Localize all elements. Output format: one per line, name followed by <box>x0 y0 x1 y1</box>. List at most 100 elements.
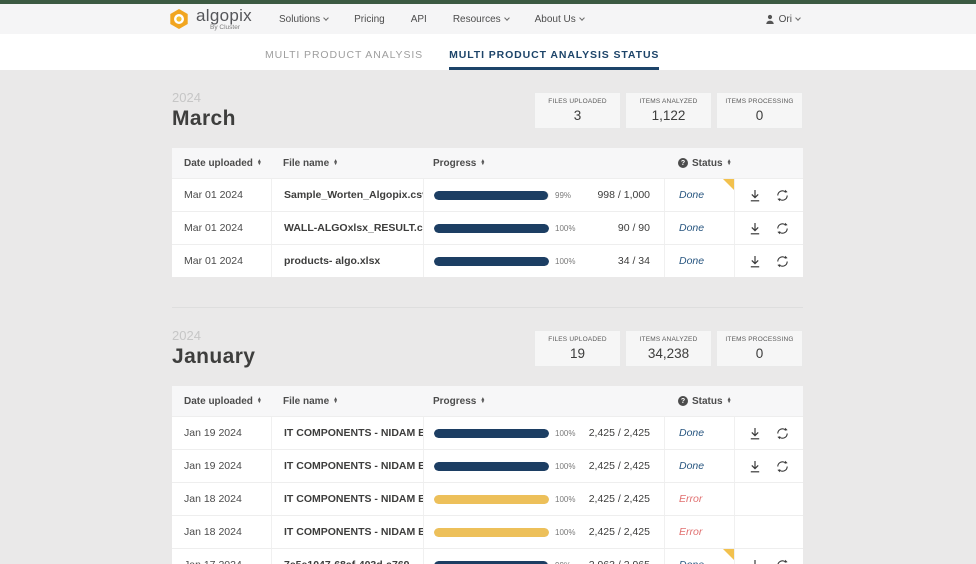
row-progress: 99% 2,963 / 2,965 <box>423 549 664 564</box>
progress-bar-fill <box>434 223 549 233</box>
progress-bar-fill <box>434 494 549 504</box>
row-progress: 99% 998 / 1,000 <box>423 179 664 211</box>
download-button[interactable] <box>749 222 761 235</box>
items-count: 2,963 / 2,965 <box>589 559 650 564</box>
stat-label: FILES UPLOADED <box>548 336 607 343</box>
progress-bar-fill <box>434 560 548 564</box>
column-header-progress[interactable]: Progress ▲ ▼ <box>433 396 485 407</box>
status-text: Done <box>679 222 705 234</box>
section-header: 2024 January FILES UPLOADED 19 ITEMS ANA… <box>172 328 803 369</box>
download-icon <box>750 189 760 201</box>
sort-icon: ▲ ▼ <box>333 158 339 167</box>
nav-item-about-us[interactable]: About Us <box>522 14 597 25</box>
table-row: Mar 01 2024 WALL-ALGOxlsx_RESULT.csv 100… <box>172 211 803 244</box>
table-header-row: Date uploaded ▲ ▼ File name ▲ ▼ Progress ▲ ▼ ?… <box>172 148 803 178</box>
row-date: Jan 18 2024 <box>184 526 242 538</box>
col-label-progress: Progress <box>433 157 477 169</box>
download-button[interactable] <box>749 460 761 473</box>
refresh-button[interactable] <box>776 255 789 268</box>
refresh-button[interactable] <box>776 189 789 202</box>
section-month: January <box>172 345 256 368</box>
column-header-progress[interactable]: Progress ▲ ▼ <box>433 158 485 169</box>
row-file-name: IT COMPONENTS - NIDAM E... <box>271 417 423 449</box>
column-header-status[interactable]: Status ▲ ▼ <box>692 396 732 407</box>
sort-icon: ▲ ▼ <box>256 158 262 167</box>
progress-bar-track <box>434 527 549 537</box>
status-text: Error <box>679 493 703 505</box>
table-row: Mar 01 2024 products- algo.xlsx 100% 34 … <box>172 244 803 277</box>
row-date: Mar 01 2024 <box>184 222 243 234</box>
sort-icon: ▲ ▼ <box>256 396 262 405</box>
stat-label: ITEMS PROCESSING <box>725 98 794 105</box>
row-actions <box>734 245 803 277</box>
status-help-icon[interactable]: ? <box>678 396 688 406</box>
items-count: 34 / 34 <box>617 255 650 267</box>
nav-item-solutions[interactable]: Solutions <box>266 14 341 25</box>
nav-item-resources[interactable]: Resources <box>440 14 522 25</box>
progress-percent: 100% <box>555 256 576 266</box>
row-status: Done <box>664 549 734 564</box>
refresh-button[interactable] <box>776 460 789 473</box>
row-progress: 100% 34 / 34 <box>423 245 664 277</box>
uploads-table: Date uploaded ▲ ▼ File name ▲ ▼ Progress ▲ ▼ ?… <box>172 148 803 277</box>
column-header-status[interactable]: Status ▲ ▼ <box>692 158 732 169</box>
items-count: 2,425 / 2,425 <box>588 460 650 472</box>
stat-value-files-uploaded: 19 <box>569 346 586 361</box>
refresh-button[interactable] <box>776 222 789 235</box>
download-button[interactable] <box>749 255 761 268</box>
sort-icon: ▲ ▼ <box>480 158 486 167</box>
progress-bar-fill <box>434 256 549 266</box>
progress-bar-fill <box>434 190 548 200</box>
table-header-row: Date uploaded ▲ ▼ File name ▲ ▼ Progress ▲ ▼ ?… <box>172 386 803 416</box>
nav-item-pricing[interactable]: Pricing <box>341 14 398 25</box>
stat-card-items-analyzed: ITEMS ANALYZED 34,238 <box>625 330 712 367</box>
items-count: 2,425 / 2,425 <box>588 493 650 505</box>
row-date: Mar 01 2024 <box>184 189 243 201</box>
sort-icon: ▲ ▼ <box>726 396 732 405</box>
status-text: Done <box>679 559 704 564</box>
user-menu[interactable]: Ori <box>765 14 801 25</box>
progress-bar-track <box>434 428 549 438</box>
progress-percent: 100% <box>555 494 576 504</box>
tab-multi-product-analysis-status[interactable]: MULTI PRODUCT ANALYSIS STATUS <box>449 49 660 70</box>
status-help-icon[interactable]: ? <box>678 158 688 168</box>
progress-bar-track <box>434 560 549 564</box>
items-count: 90 / 90 <box>617 222 650 234</box>
section-year: 2024 <box>172 90 201 105</box>
tab-multi-product-analysis[interactable]: MULTI PRODUCT ANALYSIS <box>265 49 423 70</box>
section-header: 2024 March FILES UPLOADED 3 ITEMS ANALYZ… <box>172 90 803 131</box>
column-header-file-name[interactable]: File name ▲ ▼ <box>283 158 423 169</box>
row-actions <box>734 212 803 244</box>
download-icon <box>750 222 760 234</box>
download-button[interactable] <box>749 559 761 564</box>
col-label-date: Date uploaded <box>184 157 253 169</box>
row-date: Jan 18 2024 <box>184 493 242 505</box>
app-bar: algopix By Cluster Solutions Pricing API… <box>0 4 976 34</box>
stat-label: FILES UPLOADED <box>548 98 607 105</box>
column-header-date-uploaded[interactable]: Date uploaded ▲ ▼ <box>184 158 271 169</box>
brand-name: algopix <box>196 5 252 25</box>
progress-percent: 100% <box>555 527 576 537</box>
status-text: Done <box>679 255 705 267</box>
stat-value-items-analyzed: 34,238 <box>647 346 690 361</box>
row-progress: 100% 2,425 / 2,425 <box>423 417 664 449</box>
progress-bar-track <box>434 494 549 504</box>
column-header-date-uploaded[interactable]: Date uploaded ▲ ▼ <box>184 396 271 407</box>
tab-bar: MULTI PRODUCT ANALYSIS MULTI PRODUCT ANA… <box>0 34 976 70</box>
refresh-button[interactable] <box>776 559 789 564</box>
items-count: 998 / 1,000 <box>597 189 650 201</box>
stat-card-items-processing: ITEMS PROCESSING 0 <box>716 92 803 129</box>
download-button[interactable] <box>749 189 761 202</box>
progress-percent: 100% <box>555 428 576 438</box>
nav-item-api[interactable]: API <box>398 14 440 25</box>
algopix-logo[interactable]: algopix By Cluster <box>168 7 252 32</box>
column-header-file-name[interactable]: File name ▲ ▼ <box>283 396 423 407</box>
stat-value-files-uploaded: 3 <box>573 108 582 123</box>
section-year: 2024 <box>172 328 201 343</box>
refresh-button[interactable] <box>776 427 789 440</box>
download-button[interactable] <box>749 427 761 440</box>
table-row: Mar 01 2024 Sample_Worten_Algopix.csv 99… <box>172 178 803 211</box>
progress-bar-fill <box>434 461 549 471</box>
table-row: Jan 17 2024 7e5e1047-68af-403d-a769-... … <box>172 548 803 564</box>
section-month: March <box>172 107 236 130</box>
